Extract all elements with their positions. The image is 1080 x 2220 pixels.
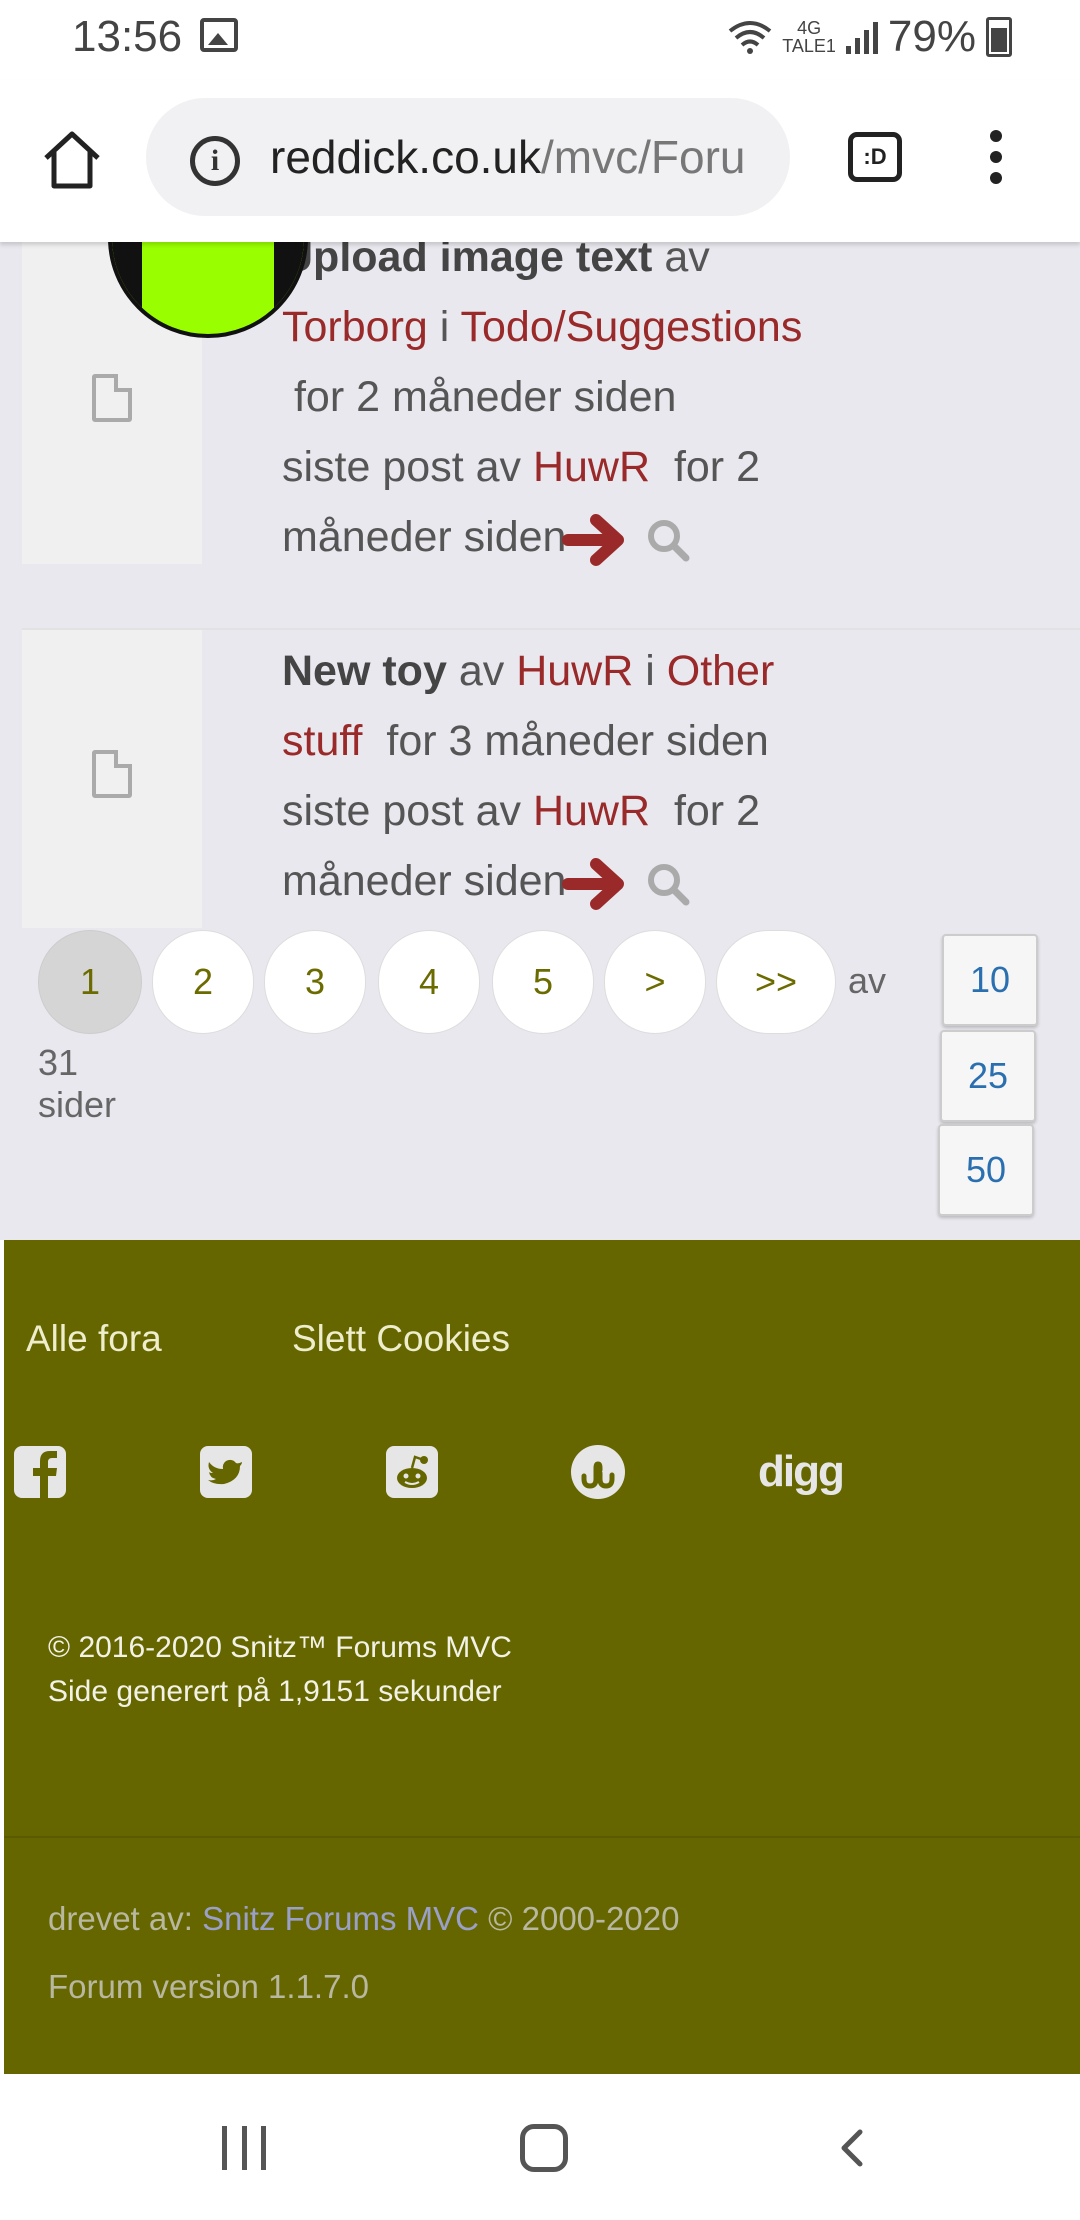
topic-title[interactable]: New toy [282,647,447,695]
document-icon [92,750,132,798]
page-3-button[interactable]: 3 [264,930,366,1034]
page-1-button[interactable]: 1 [38,930,142,1034]
page-4-button[interactable]: 4 [378,930,480,1034]
arrow-right-icon[interactable] [562,854,632,914]
twitter-icon[interactable] [198,1442,254,1502]
battery-icon [986,17,1012,57]
all-forums-link[interactable]: Alle fora [26,1318,162,1360]
of-label: av [848,960,887,1001]
tab-switcher-button[interactable]: :D [848,132,902,182]
browser-toolbar: i reddick.co.uk/mvc/Foru :D [0,80,1080,242]
url-text[interactable]: reddick.co.uk/mvc/Foru [270,130,745,184]
document-icon [92,374,132,422]
wifi-icon [728,21,772,54]
total-pages-label: 31 sider [38,1042,117,1125]
page-size-25-button[interactable]: 25 [940,1030,1036,1122]
next-page-button[interactable]: > [604,930,706,1034]
copyright-text: © 2016-2020 Snitz™ Forums MVC [48,1631,512,1664]
by-label: av [458,647,505,695]
back-icon[interactable] [832,2128,872,2168]
last-author-link[interactable]: HuwR [533,443,650,491]
home-icon[interactable] [40,128,104,192]
page-size-10-button[interactable]: 10 [942,934,1038,1026]
signal-icon [845,20,878,54]
last-post-age-cont: måneder siden [282,513,567,561]
page-size-50-button[interactable]: 50 [938,1124,1034,1216]
search-icon[interactable] [646,862,690,906]
topic-icon-cell [22,630,202,928]
topic-info: New toy av HuwR i Other stuff for 3 måne… [282,636,902,916]
overflow-menu-icon[interactable] [984,130,1008,190]
status-indicators: 4G TALE1 79% [728,12,1012,62]
topic-age: for 3 måneder siden [386,717,769,765]
reddit-icon[interactable] [384,1442,440,1502]
topic-list-page: Upload image text av Torborg i Todo/Sugg… [0,242,1080,1240]
facebook-icon[interactable] [12,1442,68,1502]
last-page-button[interactable]: >> [716,930,836,1034]
last-author-link[interactable]: HuwR [533,787,650,835]
stumbleupon-icon[interactable] [570,1442,626,1502]
topic-row: Upload image text av Torborg i Todo/Sugg… [22,242,1080,566]
last-post-label: siste post av [282,787,521,835]
topic-info: Upload image text av Torborg i Todo/Sugg… [282,242,902,572]
digg-label: digg [758,1447,845,1496]
clear-cookies-link[interactable]: Slett Cookies [292,1318,510,1360]
copyright-block: © 2016-2020 Snitz™ Forums MVC Side gener… [48,1626,512,1714]
by-label: av [664,242,710,281]
powered-suffix: © 2000-2020 [488,1900,680,1937]
info-icon[interactable]: i [190,136,240,186]
page-2-button[interactable]: 2 [152,930,254,1034]
powered-by: drevet av: Snitz Forums MVC © 2000-2020 [48,1900,679,1938]
last-post-label: siste post av [282,443,521,491]
network-carrier: TALE1 [782,36,836,56]
in-label: i [439,303,450,351]
network-type: 4G TALE1 [782,19,836,55]
site-footer: Alle fora Slett Cookies digg © 2016-2020… [4,1240,1080,2074]
arrow-right-icon[interactable] [562,510,632,570]
status-time: 13:56 [72,12,183,61]
url-domain: reddick.co.uk [270,131,542,183]
url-path: /mvc/Foru [541,131,746,183]
snitz-link[interactable]: Snitz Forums MVC [202,1900,479,1937]
generation-time: Side generert på 1,9151 sekunder [48,1675,502,1708]
topic-title[interactable]: Upload image text [282,242,652,281]
forum-version: Forum version 1.1.7.0 [48,1968,369,2005]
in-label: i [645,647,655,695]
last-post-age: for 2 [673,443,760,491]
topic-age: for 2 måneder siden [293,373,677,421]
status-bar: 13:56 4G TALE1 79% [0,0,1080,80]
address-bar[interactable]: i reddick.co.uk/mvc/Foru [146,98,790,216]
powered-prefix: drevet av: [48,1900,193,1937]
image-notification-icon [200,18,238,52]
topic-author-link[interactable]: HuwR [516,647,633,695]
topic-row: New toy av HuwR i Other stuff for 3 måne… [22,628,1080,928]
system-nav-bar [0,2074,1080,2220]
forum-link[interactable]: Other [667,647,775,695]
footer-divider [4,1836,1080,1838]
network-gen: 4G [797,18,822,38]
last-post-age-cont: måneder siden [282,857,567,905]
home-nav-icon[interactable] [520,2124,568,2172]
forum-link-cont[interactable]: stuff [282,717,362,765]
digg-icon[interactable]: digg [758,1442,845,1502]
page-5-button[interactable]: 5 [492,930,594,1034]
last-post-age: for 2 [673,787,760,835]
recent-apps-icon[interactable] [222,2126,266,2170]
search-icon[interactable] [646,518,690,562]
battery-percent: 79% [887,12,976,61]
forum-link[interactable]: Todo/Suggestions [460,303,802,351]
